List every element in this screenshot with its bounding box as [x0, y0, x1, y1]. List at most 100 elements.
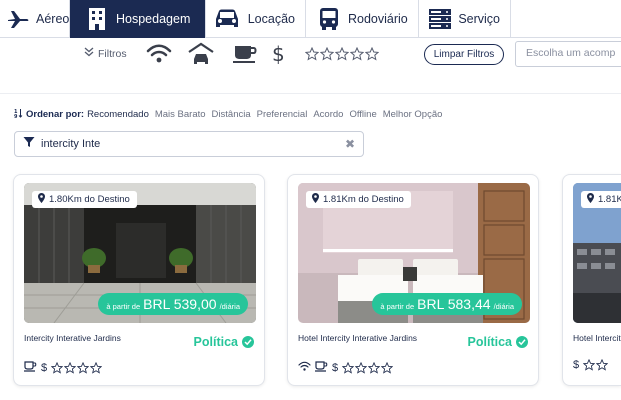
- sort-option-distancia[interactable]: Distância: [212, 109, 251, 120]
- dollar-icon: $: [41, 362, 48, 374]
- distance-badge: 1.80Km do Destino: [32, 191, 137, 208]
- policy-label: Política: [467, 335, 512, 349]
- coffee-icon: [24, 359, 37, 377]
- star-icon: [77, 362, 90, 374]
- check-icon: [242, 336, 254, 348]
- star-icon: [335, 47, 349, 61]
- sort-option-offline[interactable]: Offline: [349, 109, 376, 120]
- filters-toggle[interactable]: Filtros: [84, 47, 127, 60]
- clear-icon[interactable]: ✖: [345, 137, 355, 151]
- price-unit: /diária: [219, 302, 240, 311]
- sort-option-preferencial[interactable]: Preferencial: [257, 109, 308, 120]
- star-icon: [365, 47, 379, 61]
- star-rating: [583, 359, 609, 371]
- svg-text:9: 9: [14, 114, 18, 118]
- price-unit: /diária: [493, 302, 514, 311]
- price-badge: à partir de BRL 583,44 /diária: [372, 293, 522, 315]
- map-pin-icon: [587, 193, 594, 206]
- tab-hospedagem[interactable]: Hospedagem: [70, 0, 206, 38]
- star-icon: [368, 362, 381, 374]
- building-icon: [84, 6, 110, 32]
- hotel-card[interactable]: 1.81Km do Destino à partir de BRL 583,44…: [287, 174, 539, 386]
- check-icon: [516, 336, 528, 348]
- star-icon: [381, 362, 394, 374]
- hotel-photo: 1.81Km do Destino à partir de BRL 583,44…: [298, 183, 530, 323]
- wifi-icon[interactable]: [146, 44, 172, 69]
- tab-rodoviario[interactable]: Rodoviário: [306, 0, 419, 38]
- price-prefix: à partir de: [380, 302, 415, 311]
- sort-option-recomendado[interactable]: Recomendado: [87, 109, 149, 120]
- distance-text: 1.81K: [598, 194, 621, 205]
- star-icon: [51, 362, 64, 374]
- funnel-icon: [23, 135, 35, 153]
- dollar-icon: $: [332, 362, 339, 374]
- amenities: $: [24, 359, 103, 377]
- tab-servico-label: Serviço: [458, 12, 500, 26]
- hotel-name[interactable]: Hotel Intercity Interative Jardins: [298, 333, 417, 343]
- amenities: $: [573, 359, 609, 371]
- hotel-photo: 1.80Km do Destino à partir de BRL 539,00…: [24, 183, 256, 323]
- dollar-icon: $: [573, 359, 580, 371]
- sort-option-acordo[interactable]: Acordo: [313, 109, 343, 120]
- star-rating: [342, 362, 394, 374]
- tab-rodoviario-label: Rodoviário: [348, 12, 408, 26]
- sort-bar: 19 Ordenar por: Recomendado Mais Barato …: [14, 108, 448, 121]
- star-icon: [64, 362, 77, 374]
- clear-filters-button[interactable]: Limpar Filtros: [424, 44, 504, 65]
- airplane-icon: [6, 6, 30, 32]
- star-icon: [342, 362, 355, 374]
- hotel-name[interactable]: Intercity Interative Jardins: [24, 333, 121, 343]
- hotel-name[interactable]: Hotel Intercit: [573, 333, 621, 343]
- divider: [0, 93, 621, 94]
- price-prefix: à partir de: [106, 302, 141, 311]
- policy-label: Política: [193, 335, 238, 349]
- star-icon: [350, 47, 364, 61]
- tab-locacao-label: Locação: [247, 12, 295, 26]
- hotel-name-filter-input[interactable]: intercity Inte ✖: [14, 131, 364, 157]
- star-icon: [596, 359, 609, 371]
- car-icon: [212, 6, 242, 32]
- price-amount: BRL 539,00: [143, 296, 217, 312]
- top-nav: Aéreo Hospedagem Locação Rodoviário Serv…: [0, 0, 621, 38]
- sort-icon: 19: [14, 108, 23, 120]
- distance-text: 1.80Km do Destino: [49, 194, 130, 205]
- sort-option-melhor-opcao[interactable]: Melhor Opção: [383, 109, 443, 120]
- sort-option-mais-barato[interactable]: Mais Barato: [155, 109, 206, 120]
- price-amount: BRL 583,44: [417, 296, 491, 312]
- star-icon: [305, 47, 319, 61]
- sort-label: Ordenar por:: [26, 108, 85, 120]
- coffee-icon[interactable]: [232, 44, 258, 69]
- map-pin-icon: [38, 193, 45, 206]
- companion-select-input[interactable]: Escolha um acomp: [515, 41, 621, 67]
- tab-aereo[interactable]: Aéreo: [0, 0, 70, 38]
- star-rating-filter[interactable]: [305, 47, 379, 61]
- hotel-card[interactable]: 1.80Km do Destino à partir de BRL 539,00…: [13, 174, 265, 386]
- parking-garage-icon[interactable]: [188, 42, 214, 71]
- hotel-photo: 1.81K: [573, 183, 621, 323]
- filters-label: Filtros: [98, 47, 127, 60]
- bus-icon: [316, 6, 342, 32]
- tab-servico[interactable]: Serviço: [419, 0, 511, 38]
- price-badge: à partir de BRL 539,00 /diária: [98, 293, 248, 315]
- hotel-name-filter-value: intercity Inte: [41, 138, 101, 150]
- server-icon: [427, 6, 452, 32]
- coffee-icon: [315, 359, 328, 377]
- policy-badge[interactable]: Política: [194, 335, 254, 349]
- hotel-card[interactable]: 1.81K Hotel Intercit $: [562, 174, 621, 386]
- distance-text: 1.81Km do Destino: [323, 194, 404, 205]
- dollar-icon[interactable]: $: [272, 42, 285, 66]
- amenities: $: [298, 359, 394, 377]
- map-pin-icon: [312, 193, 319, 206]
- tab-aereo-label: Aéreo: [36, 12, 70, 26]
- star-icon: [320, 47, 334, 61]
- star-icon: [90, 362, 103, 374]
- distance-badge: 1.81Km do Destino: [306, 191, 411, 208]
- distance-badge: 1.81K: [581, 191, 621, 208]
- star-rating: [51, 362, 103, 374]
- tab-hospedagem-label: Hospedagem: [116, 12, 191, 26]
- star-icon: [355, 362, 368, 374]
- tab-locacao[interactable]: Locação: [206, 0, 306, 38]
- filter-bar: Filtros $ Limpar Filtros Escolha um acom…: [0, 40, 621, 72]
- policy-badge[interactable]: Política: [468, 335, 528, 349]
- double-chevron-down-icon: [84, 47, 94, 60]
